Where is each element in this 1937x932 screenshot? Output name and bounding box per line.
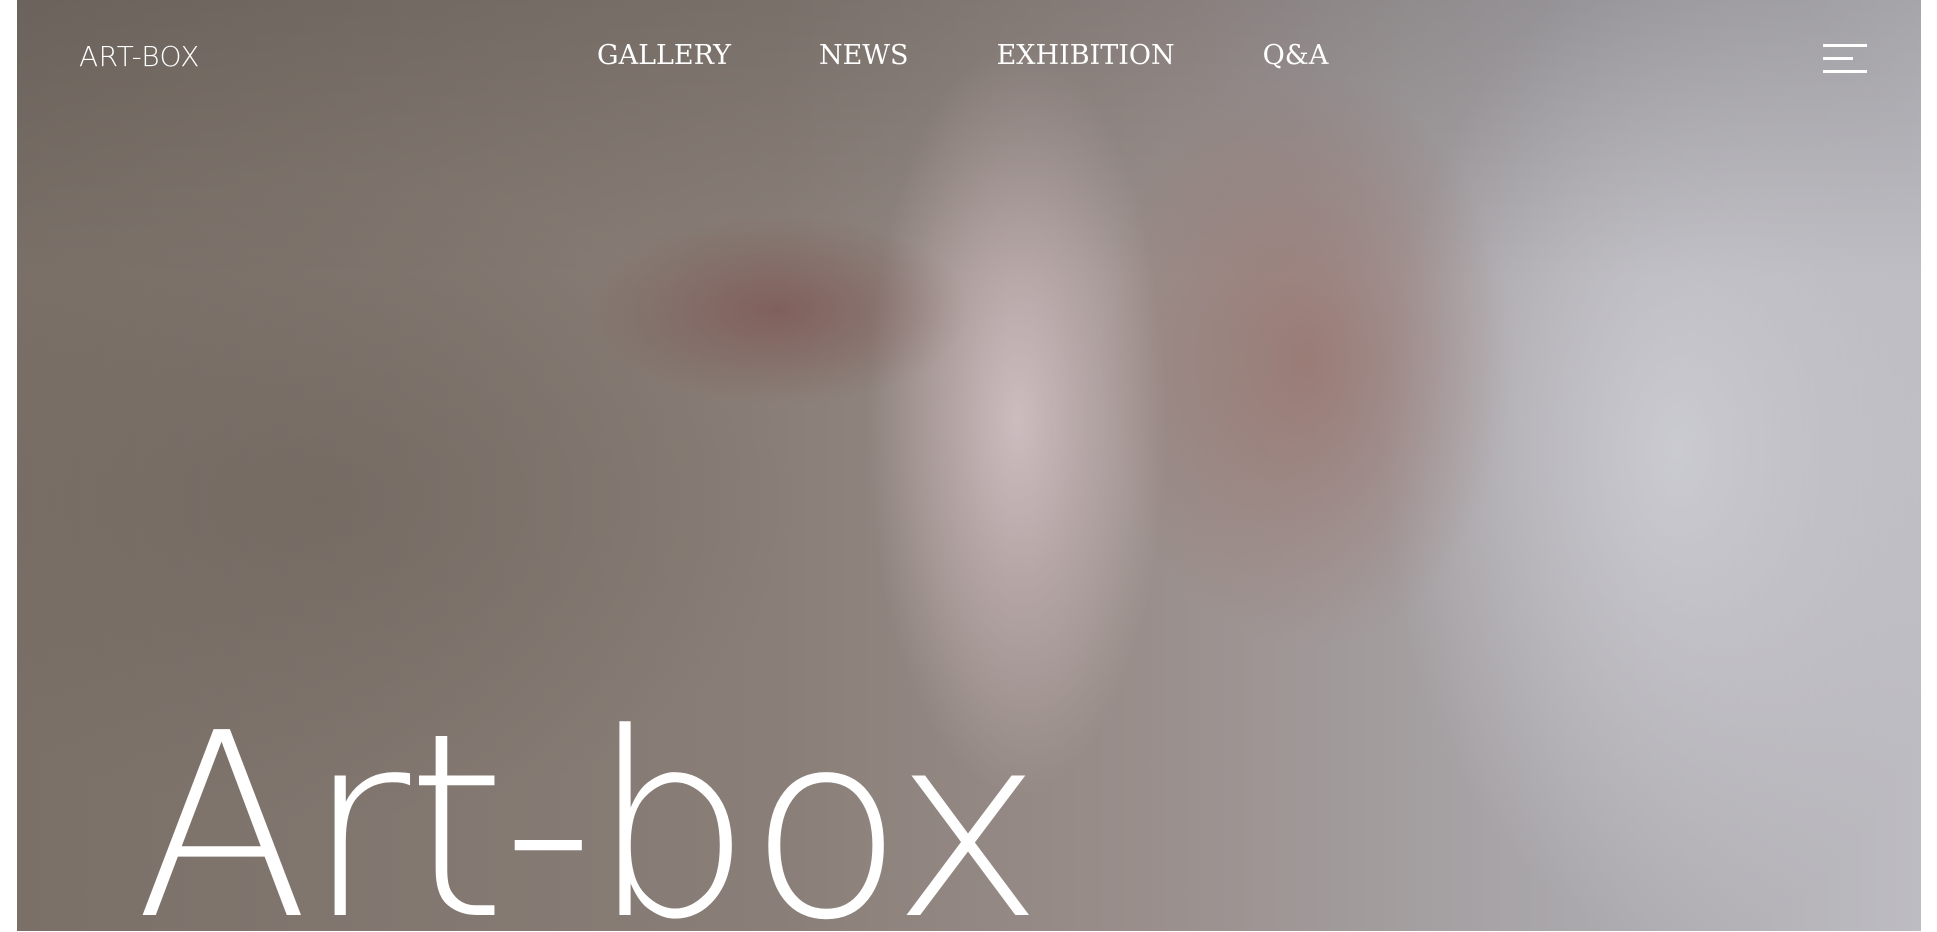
site-header: ART-BOX GALLERY NEWS EXHIBITION Q&A <box>17 0 1921 118</box>
page: ART-BOX GALLERY NEWS EXHIBITION Q&A Art-… <box>0 0 1937 932</box>
site-logo[interactable]: ART-BOX <box>79 40 200 73</box>
menu-line <box>1823 44 1867 47</box>
menu-line <box>1823 57 1853 60</box>
main-nav: GALLERY NEWS EXHIBITION Q&A <box>597 40 1416 71</box>
menu-line <box>1823 70 1867 73</box>
hero-title: Art-box <box>135 679 1043 931</box>
nav-exhibition[interactable]: EXHIBITION <box>997 40 1175 71</box>
hero-section: ART-BOX GALLERY NEWS EXHIBITION Q&A Art-… <box>17 0 1921 931</box>
nav-news[interactable]: NEWS <box>819 40 909 71</box>
hamburger-menu-icon[interactable] <box>1819 42 1867 76</box>
nav-gallery[interactable]: GALLERY <box>597 40 731 71</box>
nav-qa[interactable]: Q&A <box>1263 40 1329 71</box>
